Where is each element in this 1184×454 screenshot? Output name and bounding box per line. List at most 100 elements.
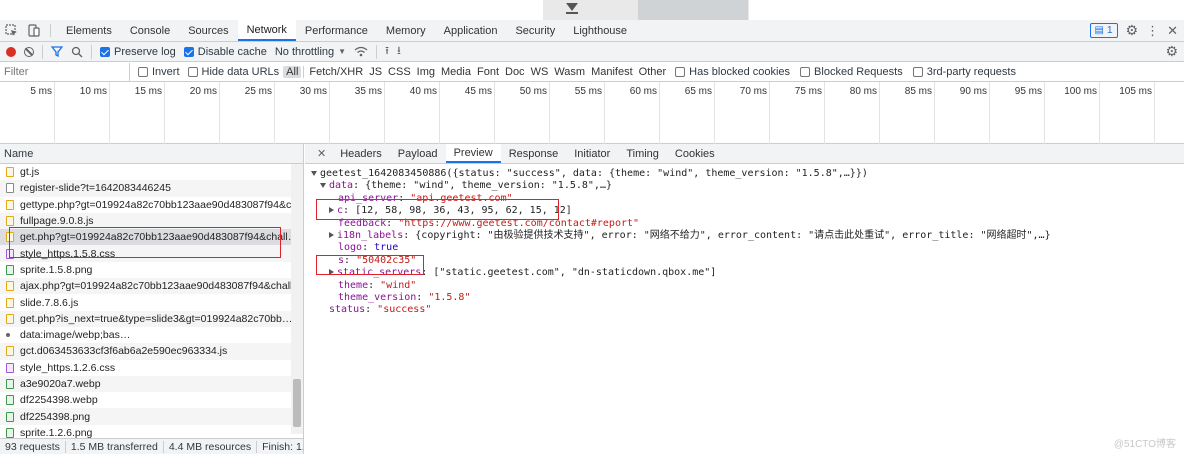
tab-lighthouse[interactable]: Lighthouse	[564, 20, 636, 41]
invert-checkbox[interactable]: Invert	[138, 66, 180, 78]
preserve-log-checkbox[interactable]: Preserve log	[100, 46, 176, 58]
tab-response[interactable]: Response	[501, 144, 567, 163]
timeline-tick-label: 100 ms	[1064, 86, 1097, 97]
filter-type-doc[interactable]: Doc	[502, 66, 528, 78]
request-count: 93 requests	[0, 440, 66, 453]
network-settings-gear-icon[interactable]: ⚙	[1165, 43, 1178, 60]
filter-input[interactable]	[0, 62, 130, 81]
resources-size: 4.4 MB resources	[164, 440, 258, 453]
inspect-element-icon[interactable]	[0, 20, 22, 41]
timeline-tick-label: 40 ms	[409, 86, 437, 97]
file-img-icon	[6, 411, 14, 422]
gear-icon[interactable]: ⚙	[1126, 22, 1139, 39]
filter-type-wasm[interactable]: Wasm	[551, 66, 588, 78]
more-options-icon[interactable]: ⋮	[1146, 23, 1159, 39]
annotation-box-s-value	[316, 255, 424, 275]
filter-type-other[interactable]: Other	[636, 66, 670, 78]
tab-headers[interactable]: Headers	[332, 144, 390, 163]
network-conditions-icon[interactable]	[354, 46, 368, 57]
scrollbar-thumb[interactable]	[293, 379, 301, 427]
timeline-tick-label: 80 ms	[849, 86, 877, 97]
tab-initiator[interactable]: Initiator	[566, 144, 618, 163]
device-toolbar-icon[interactable]	[22, 20, 44, 41]
request-row[interactable]: register-slide?t=1642083446245	[0, 180, 303, 197]
timeline-tick-label: 105 ms	[1119, 86, 1152, 97]
filter-icon[interactable]	[51, 46, 63, 57]
filter-type-css[interactable]: CSS	[385, 66, 414, 78]
request-row[interactable]: a3e9020a7.webp	[0, 375, 303, 393]
filter-type-img[interactable]: Img	[414, 66, 438, 78]
data-line[interactable]: data: {theme: "wind", theme_version: "1.…	[311, 180, 1184, 192]
request-row[interactable]: df2254398.png	[0, 408, 303, 425]
filter-type-font[interactable]: Font	[474, 66, 502, 78]
name-column-header[interactable]: Name	[0, 144, 303, 164]
close-detail-icon[interactable]: ✕	[311, 144, 332, 163]
i18n-labels-line[interactable]: i18n_labels: {copyright: "由极验提供技术支持", er…	[311, 230, 1184, 242]
tab-security[interactable]: Security	[506, 20, 564, 41]
collapsed-triangle-icon[interactable]	[329, 232, 334, 239]
filter-type-js[interactable]: JS	[366, 66, 385, 78]
request-name: get.php?is_next=true&type=slide3&gt=0199…	[20, 312, 303, 325]
preview-root-line[interactable]: geetest_1642083450886({status: "success"…	[311, 168, 1184, 180]
request-row[interactable]: get.php?is_next=true&type=slide3&gt=0199…	[0, 310, 303, 327]
timeline-overview[interactable]: 5 ms 10 ms 15 ms 20 ms 25 ms 30 ms 35 ms 40 ms 4…	[0, 82, 1184, 144]
filter-type-media[interactable]: Media	[438, 66, 474, 78]
file-img-icon	[6, 427, 14, 438]
request-name: style_https.1.2.6.css	[20, 361, 116, 374]
search-icon[interactable]	[71, 46, 83, 58]
file-js-icon	[6, 199, 14, 210]
theme-line: theme: "wind"	[338, 279, 417, 291]
request-row[interactable]: style_https.1.2.6.css	[0, 360, 303, 376]
request-row[interactable]: gct.d063453633cf3f6ab6a2e590ec963334.js	[0, 343, 303, 360]
request-list-scrollbar[interactable]	[291, 164, 303, 434]
tab-console[interactable]: Console	[121, 20, 179, 41]
static-servers-line[interactable]: static_servers: ["static.geetest.com", "…	[311, 267, 1184, 279]
blocked-requests-checkbox[interactable]: Blocked Requests	[800, 66, 903, 78]
close-icon[interactable]: ✕	[1167, 23, 1178, 39]
tab-performance[interactable]: Performance	[296, 20, 377, 41]
transferred-size: 1.5 MB transferred	[66, 440, 164, 453]
tab-sources[interactable]: Sources	[179, 20, 237, 41]
tab-preview[interactable]: Preview	[445, 144, 501, 163]
request-row[interactable]: ajax.php?gt=019924a82c70bb123aae90d48308…	[0, 278, 303, 295]
tab-network[interactable]: Network	[237, 20, 296, 41]
expanded-triangle-icon[interactable]	[320, 182, 326, 188]
request-name: df2254398.png	[20, 410, 91, 423]
disable-cache-checkbox[interactable]: Disable cache	[183, 46, 267, 58]
s-line: s: "50402c35"	[338, 254, 417, 266]
tab-memory[interactable]: Memory	[377, 20, 435, 41]
file-js-icon	[6, 346, 14, 357]
export-har-icon[interactable]: ⭳	[397, 42, 401, 61]
detail-tab-bar: ✕ Headers Payload Preview Response Initi…	[305, 144, 1184, 164]
issues-badge[interactable]: ▤ 1	[1089, 23, 1118, 38]
request-row[interactable]: df2254398.webp	[0, 392, 303, 408]
request-row[interactable]: sprite.1.5.8.png	[0, 262, 303, 278]
tab-elements[interactable]: Elements	[57, 20, 121, 41]
filter-type-all[interactable]: All	[283, 65, 302, 78]
filter-type-ws[interactable]: WS	[528, 66, 552, 78]
request-rows: gt.js register-slide?t=1642083446245 getty…	[0, 164, 303, 441]
arrow-down-icon	[566, 3, 578, 11]
import-har-icon[interactable]: ⭱	[385, 42, 389, 61]
third-party-requests-checkbox[interactable]: 3rd-party requests	[912, 66, 1016, 78]
tab-cookies[interactable]: Cookies	[667, 144, 723, 163]
filter-type-manifest[interactable]: Manifest	[588, 66, 636, 78]
hide-data-urls-checkbox[interactable]: Hide data URLs	[187, 66, 279, 78]
tab-payload[interactable]: Payload	[390, 144, 446, 163]
has-blocked-cookies-checkbox[interactable]: Has blocked cookies	[675, 66, 790, 78]
request-row[interactable]: gettype.php?gt=019924a82c70bb123aae90d48…	[0, 197, 303, 213]
clear-icon[interactable]	[24, 46, 34, 57]
throttling-select[interactable]: No throttling ▼	[275, 46, 346, 58]
json-preview: geetest_1642083450886({status: "success"…	[305, 164, 1184, 317]
timeline-tick-label: 35 ms	[354, 86, 382, 97]
tab-application[interactable]: Application	[435, 20, 507, 41]
record-icon[interactable]	[6, 46, 16, 57]
timeline-tick-label: 75 ms	[794, 86, 822, 97]
request-row[interactable]: data:image/webp;bas…	[0, 327, 303, 343]
filter-type-fetch-xhr[interactable]: Fetch/XHR	[306, 66, 366, 78]
expanded-triangle-icon[interactable]	[311, 170, 317, 176]
page-image	[543, 0, 749, 20]
request-row[interactable]: slide.7.8.6.js	[0, 294, 303, 310]
tab-timing[interactable]: Timing	[618, 144, 667, 163]
request-row[interactable]: gt.js	[0, 164, 303, 180]
